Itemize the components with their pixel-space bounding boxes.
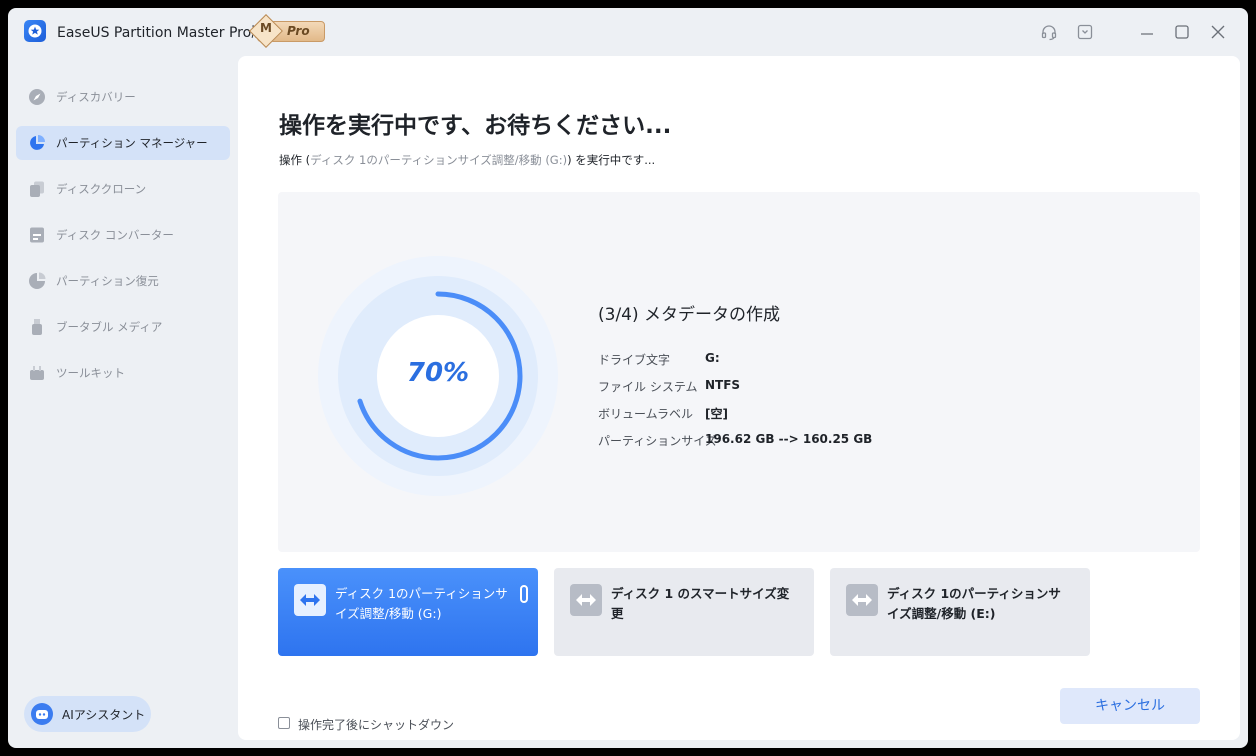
sidebar-item-disk-converter[interactable]: ディスク コンバーター: [16, 218, 230, 252]
partition-size-label: パーティションサイズ: [598, 434, 717, 448]
progress-percent: 70%: [406, 358, 470, 388]
ai-assistant-button[interactable]: AIアシスタント: [24, 696, 151, 732]
recovery-icon: [28, 272, 46, 290]
sidebar-item-partition-recovery[interactable]: パーティション復元: [16, 264, 230, 298]
sidebar-item-toolkit[interactable]: ツールキット: [16, 356, 230, 390]
task-label: ディスク 1のパーティションサイズ調整/移動 (G:): [335, 586, 508, 621]
sidebar-item-label: ディスククローン: [56, 182, 147, 196]
maximize-icon[interactable]: [1173, 23, 1191, 41]
sidebar-item-label: パーティション マネージャー: [56, 136, 208, 150]
resize-arrows-icon: [570, 584, 602, 616]
sidebar-item-label: ディスカバリー: [56, 90, 136, 104]
compass-icon: [28, 88, 46, 106]
task-card-resize-e[interactable]: ディスク 1のパーティションサイズ調整/移動 (E:): [830, 568, 1090, 656]
usb-icon: [28, 318, 46, 336]
app-title: EaseUS Partition Master Pro版: [57, 25, 266, 41]
sidebar-item-discovery[interactable]: ディスカバリー: [16, 80, 230, 114]
drive-letter-value: G:: [705, 351, 720, 365]
sidebar-item-label: ディスク コンバーター: [56, 228, 174, 242]
resize-arrows-icon: [846, 584, 878, 616]
pro-badge-m-icon: M: [249, 14, 283, 48]
sidebar-item-partition-manager[interactable]: パーティション マネージャー: [16, 126, 230, 160]
pie-chart-icon: [28, 134, 46, 152]
step-title: (3/4) メタデータの作成: [598, 305, 781, 325]
task-card-smart-resize[interactable]: ディスク 1 のスマートサイズ変更: [554, 568, 814, 656]
sidebar-item-bootable-media[interactable]: ブータブル メディア: [16, 310, 230, 344]
robot-icon: [31, 703, 53, 725]
operation-name: ディスク 1のパーティションサイズ調整/移動 (G:): [310, 153, 568, 167]
partition-size-value: 196.62 GB --> 160.25 GB: [705, 432, 873, 446]
shutdown-label: 操作完了後にシャットダウン: [298, 718, 455, 732]
headset-icon[interactable]: [1040, 23, 1058, 41]
page-title: 操作を実行中です、お待ちください...: [279, 113, 672, 139]
sidebar-item-label: ツールキット: [56, 366, 125, 380]
sidebar-item-label: ブータブル メディア: [56, 320, 163, 334]
file-system-label: ファイル システム: [598, 380, 698, 394]
sidebar-item-disk-clone[interactable]: ディスククローン: [16, 172, 230, 206]
task-label: ディスク 1のパーティションサイズ調整/移動 (E:): [887, 586, 1061, 621]
app-window: EaseUS Partition Master Pro版 M Pro ディスカバ…: [8, 8, 1248, 748]
convert-icon: [28, 226, 46, 244]
title-bar: EaseUS Partition Master Pro版 M Pro: [8, 8, 1248, 56]
resize-arrows-icon: [294, 584, 326, 616]
clone-icon: [28, 180, 46, 198]
pro-badge-label: Pro: [287, 24, 310, 38]
task-label: ディスク 1 のスマートサイズ変更: [611, 586, 790, 621]
file-system-value: NTFS: [705, 378, 741, 392]
close-icon[interactable]: [1209, 23, 1227, 41]
minimize-icon[interactable]: [1138, 23, 1156, 41]
shutdown-checkbox[interactable]: [278, 717, 290, 729]
main-panel: 操作を実行中です、お待ちください... 操作 (ディスク 1のパーティションサイ…: [238, 56, 1240, 740]
task-card-resize-g[interactable]: ディスク 1のパーティションサイズ調整/移動 (G:): [278, 568, 538, 656]
progress-card: 70% (3/4) メタデータの作成 ドライブ文字 G: ファイル システム N…: [278, 192, 1200, 552]
pro-badge: M Pro: [249, 14, 325, 48]
sidebar-item-label: パーティション復元: [56, 274, 159, 288]
app-logo-icon: [24, 20, 46, 42]
drive-letter-label: ドライブ文字: [598, 353, 671, 367]
ai-assistant-label: AIアシスタント: [62, 708, 146, 722]
volume-label-label: ボリュームラベル: [598, 407, 694, 421]
toolbox-icon: [28, 364, 46, 382]
cancel-button[interactable]: キャンセル: [1060, 688, 1200, 724]
spinner-icon: [520, 585, 528, 603]
dropdown-menu-icon[interactable]: [1076, 23, 1094, 41]
volume-label-value: [空]: [705, 407, 728, 421]
page-subtitle: 操作 (ディスク 1のパーティションサイズ調整/移動 (G:)) を実行中です.…: [279, 153, 656, 167]
